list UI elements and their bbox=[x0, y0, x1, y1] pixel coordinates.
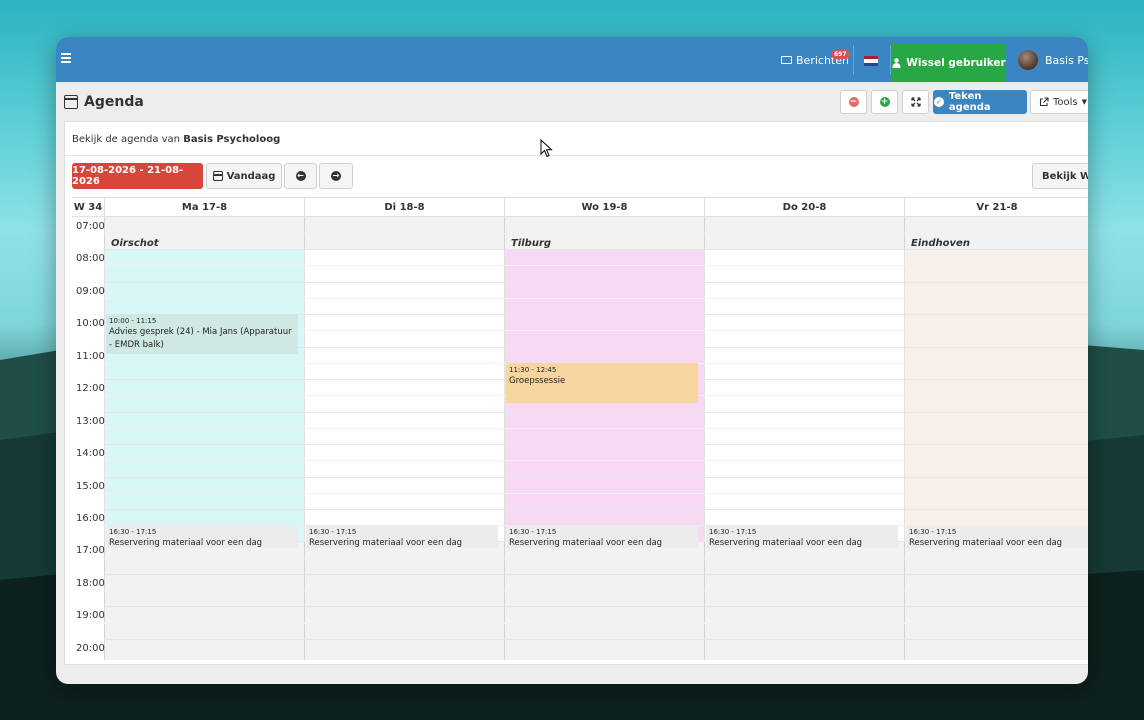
mouse-cursor-icon bbox=[540, 139, 553, 158]
subtitle-name: Basis Psycholoog bbox=[183, 134, 281, 145]
event-time: 10:00 - 11:15 bbox=[109, 317, 157, 325]
external-link-icon bbox=[1039, 97, 1049, 107]
event-time: 16:30 - 17:15 bbox=[709, 528, 757, 536]
today-label: Vandaag bbox=[226, 170, 276, 182]
top-navbar: Berichten 697 Wissel gebruiker Basis Psy… bbox=[56, 37, 1088, 82]
today-button[interactable]: Vandaag bbox=[206, 163, 282, 189]
time-label: 13:00 bbox=[76, 416, 105, 427]
event-reservering-monday[interactable]: 16:30 - 17:15 Reservering materiaal voor… bbox=[106, 525, 298, 548]
fullscreen-button[interactable] bbox=[902, 90, 929, 114]
event-title: Reservering materiaal voor een dag bbox=[109, 538, 263, 548]
time-label: 19:00 bbox=[76, 610, 105, 621]
time-label: 17:00 bbox=[76, 545, 105, 556]
arrow-left-icon: ← bbox=[295, 171, 306, 181]
user-menu[interactable]: Basis Psycholoog bbox=[1018, 50, 1088, 70]
calendar-check-icon bbox=[212, 171, 223, 181]
page-title: Agenda bbox=[64, 94, 144, 110]
user-icon bbox=[892, 57, 901, 68]
add-button[interactable]: + bbox=[871, 90, 898, 114]
remove-button[interactable]: − bbox=[840, 90, 867, 114]
day-header-friday[interactable]: Vr 21-8 bbox=[904, 198, 1088, 217]
location-label-monday: Oirschot bbox=[111, 238, 159, 249]
event-time: 16:30 - 17:15 bbox=[909, 528, 957, 536]
switch-user-button[interactable]: Wissel gebruiker bbox=[892, 43, 1006, 82]
switch-user-label: Wissel gebruiker bbox=[906, 56, 1006, 69]
calendar-header: W 34 Ma 17-8 Di 18-8 Wo 19-8 Do 20-8 Vr … bbox=[72, 197, 1088, 217]
time-label: 15:00 bbox=[76, 481, 105, 492]
calendar-check-icon bbox=[64, 95, 78, 109]
divider bbox=[853, 45, 854, 75]
day-header-wednesday[interactable]: Wo 19-8 bbox=[504, 198, 704, 217]
page-title-text: Agenda bbox=[84, 94, 144, 110]
time-label: 16:00 bbox=[76, 513, 105, 524]
event-time: 16:30 - 17:15 bbox=[309, 528, 357, 536]
time-label: 12:00 bbox=[76, 383, 105, 394]
sign-agenda-button[interactable]: ✓ Teken agenda bbox=[933, 90, 1027, 114]
event-title: Groepssessie bbox=[509, 376, 566, 386]
event-title: Reservering materiaal voor een dag bbox=[709, 538, 863, 548]
caret-down-icon: ▼ bbox=[1081, 98, 1088, 106]
time-label: 20:00 bbox=[76, 643, 105, 654]
event-title: Reservering materiaal voor een dag bbox=[509, 538, 663, 548]
event-title: Reservering materiaal voor een dag bbox=[309, 538, 463, 548]
plus-circle-icon: + bbox=[879, 97, 890, 107]
day-header-thursday[interactable]: Do 20-8 bbox=[704, 198, 904, 217]
check-circle-icon: ✓ bbox=[934, 97, 944, 107]
time-label: 14:00 bbox=[76, 448, 105, 459]
expand-icon bbox=[910, 97, 921, 107]
page-header: Agenda − + ✓ Teken agenda Tools ▼ bbox=[56, 82, 1088, 121]
event-reservering-thursday[interactable]: 16:30 - 17:15 Reservering materiaal voor… bbox=[706, 525, 898, 548]
location-label-wednesday: Tilburg bbox=[511, 238, 552, 249]
time-label: 18:00 bbox=[76, 578, 105, 589]
avatar bbox=[1018, 50, 1038, 70]
week-number: W 34 bbox=[73, 202, 103, 213]
event-groepssessie[interactable]: 11:30 - 12:45 Groepssessie bbox=[506, 363, 698, 403]
view-week-button[interactable]: Bekijk Week bbox=[1032, 163, 1088, 189]
tools-label: Tools bbox=[1053, 96, 1078, 108]
event-reservering-friday[interactable]: 16:30 - 17:15 Reservering materiaal voor… bbox=[906, 525, 1088, 548]
event-time: 16:30 - 17:15 bbox=[109, 528, 157, 536]
event-reservering-tuesday[interactable]: 16:30 - 17:15 Reservering materiaal voor… bbox=[306, 525, 498, 548]
location-label-friday: Eindhoven bbox=[911, 238, 970, 249]
event-time: 16:30 - 17:15 bbox=[509, 528, 557, 536]
next-week-button[interactable]: → bbox=[319, 163, 353, 189]
hamburger-menu-icon[interactable] bbox=[61, 53, 71, 65]
divider bbox=[65, 155, 1088, 156]
previous-week-button[interactable]: ← bbox=[284, 163, 317, 189]
agenda-subtitle: Bekijk de agenda van Basis Psycholoog bbox=[72, 134, 280, 145]
sign-agenda-label: Teken agenda bbox=[948, 91, 991, 113]
minus-circle-icon: − bbox=[848, 97, 859, 107]
day-header-monday[interactable]: Ma 17-8 bbox=[104, 198, 304, 217]
tools-dropdown-button[interactable]: Tools ▼ bbox=[1030, 90, 1088, 114]
divider bbox=[890, 45, 891, 75]
envelope-icon bbox=[781, 56, 792, 64]
week-calendar-grid: W 34 Ma 17-8 Di 18-8 Wo 19-8 Do 20-8 Vr … bbox=[72, 197, 1088, 660]
time-label: 09:00 bbox=[76, 286, 105, 297]
event-advies-gesprek[interactable]: 10:00 - 11:15 Advies gesprek (24) - Mia … bbox=[106, 314, 298, 354]
time-label: 11:00 bbox=[76, 351, 105, 362]
event-title: Reservering materiaal voor een dag bbox=[909, 538, 1063, 548]
date-range-button[interactable]: 17-08-2026 - 21-08-2026 bbox=[72, 163, 203, 189]
messages-count-badge: 697 bbox=[831, 50, 850, 59]
user-name: Basis Psycholoog bbox=[1045, 53, 1088, 67]
arrow-right-icon: → bbox=[331, 171, 341, 181]
time-label: 10:00 bbox=[76, 318, 105, 329]
event-time: 11:30 - 12:45 bbox=[509, 366, 557, 374]
subtitle-prefix: Bekijk de agenda van bbox=[72, 134, 181, 145]
time-label: 08:00 bbox=[76, 253, 105, 264]
agenda-panel: Bekijk de agenda van Basis Psycholoog 17… bbox=[64, 121, 1088, 665]
event-title: Advies gesprek (24) - Mia Jans (Apparatu… bbox=[109, 327, 292, 350]
dutch-flag-icon[interactable] bbox=[864, 56, 878, 66]
app-window: Berichten 697 Wissel gebruiker Basis Psy… bbox=[56, 37, 1088, 684]
event-reservering-wednesday[interactable]: 16:30 - 17:15 Reservering materiaal voor… bbox=[506, 525, 698, 548]
time-label: 07:00 bbox=[76, 221, 105, 232]
day-header-tuesday[interactable]: Di 18-8 bbox=[304, 198, 504, 217]
